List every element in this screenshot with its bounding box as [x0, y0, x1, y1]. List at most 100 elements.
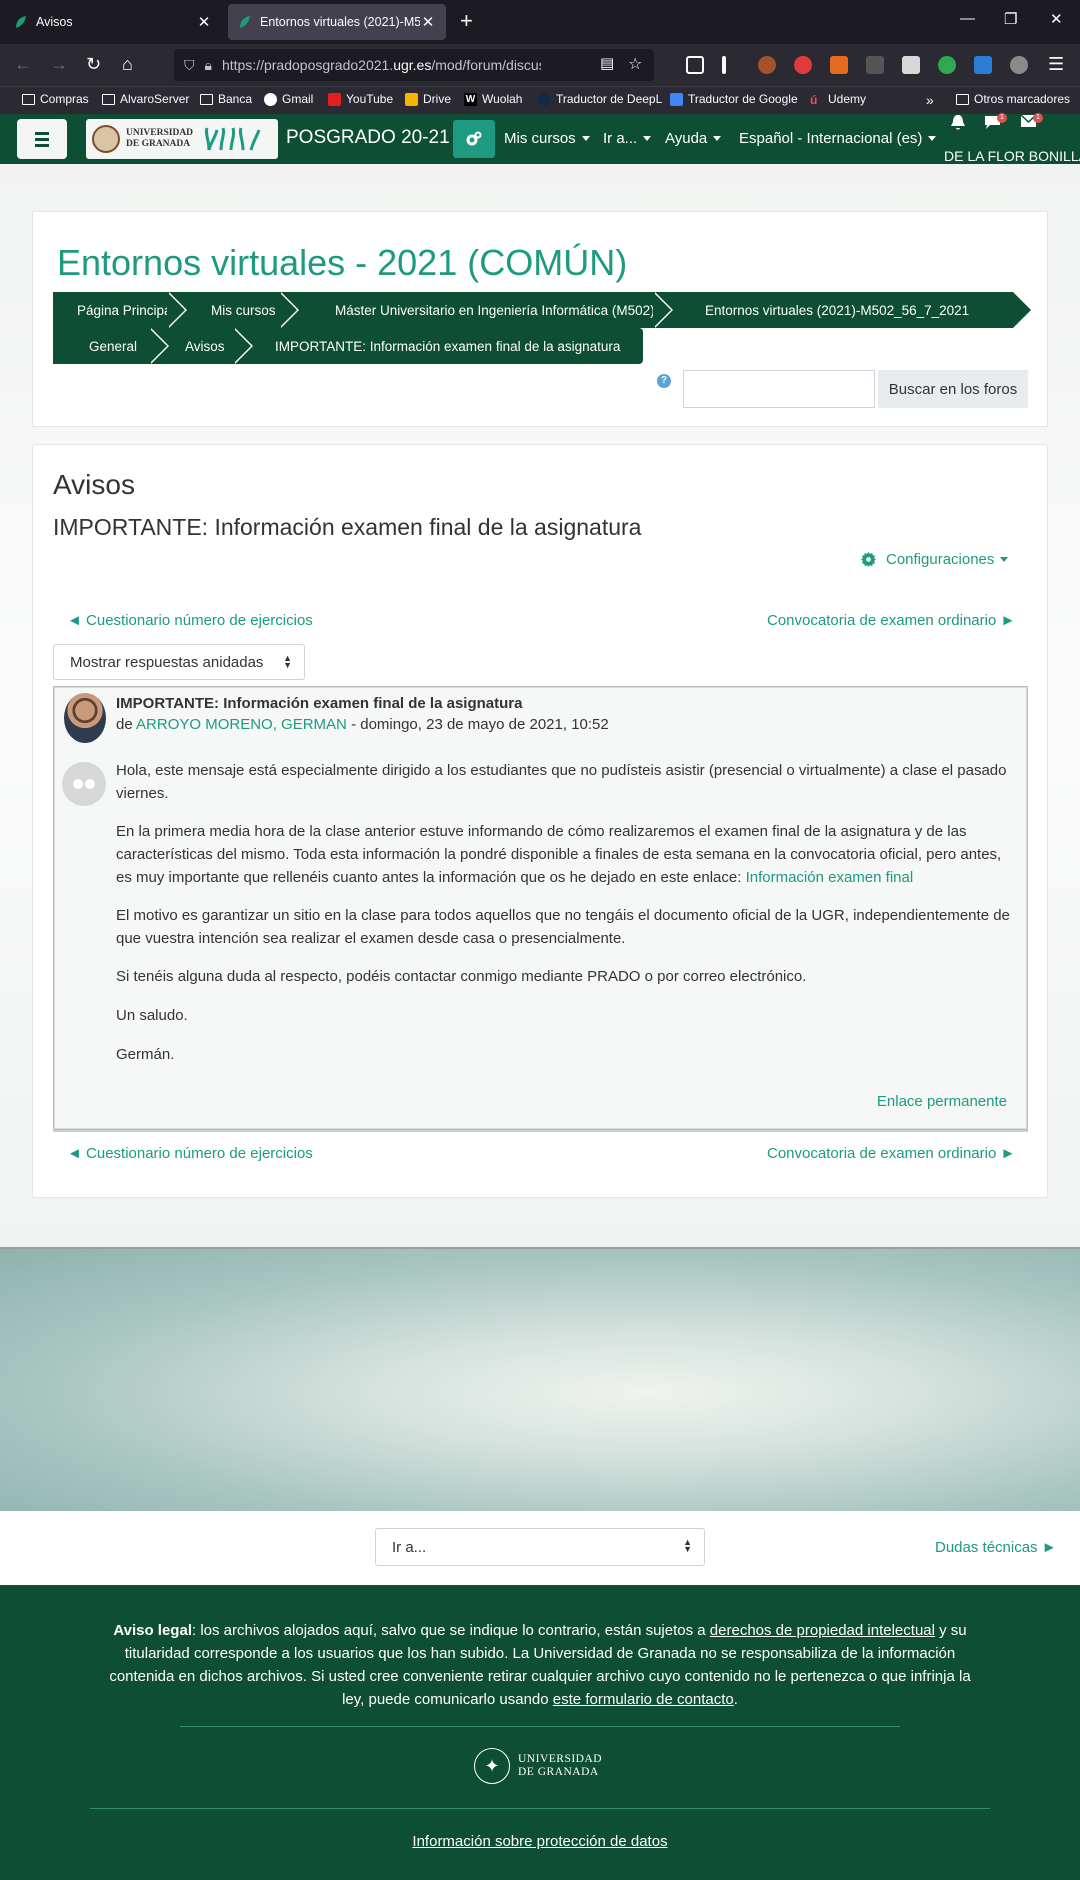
- forward-icon[interactable]: →: [50, 54, 68, 75]
- bookmark-youtube[interactable]: YouTube: [328, 92, 393, 106]
- messages-icon[interactable]: 1: [984, 113, 1007, 134]
- extension-icon[interactable]: [974, 56, 992, 74]
- privacy-link[interactable]: Información sobre protección de datos: [0, 1833, 1080, 1850]
- bookmark-folder[interactable]: Banca: [200, 92, 252, 106]
- breadcrumb-current: IMPORTANTE: Información examen final de …: [233, 328, 643, 364]
- discussion-title: IMPORTANTE: Información examen final de …: [53, 514, 642, 540]
- menu-language[interactable]: Español - Internacional (es): [739, 130, 937, 147]
- bookmark-folder[interactable]: Compras: [22, 92, 89, 106]
- close-window-icon[interactable]: ✕: [1050, 10, 1063, 28]
- restore-icon[interactable]: ❐: [1004, 10, 1017, 28]
- footer-logo[interactable]: ✦ UNIVERSIDAD DE GRANADA: [474, 1748, 602, 1784]
- browser-nav-bar: ← → ↻ ⌂ ⛉ 🔒︎ https://pradoposgrado2021. u…: [0, 44, 1080, 86]
- settings-menu[interactable]: Configuraciones: [861, 551, 1009, 568]
- lock-icon[interactable]: 🔒︎: [205, 57, 212, 74]
- pocket-icon[interactable]: [686, 56, 704, 74]
- bookmark-folder[interactable]: AlvaroServer: [102, 92, 189, 106]
- home-icon[interactable]: ⌂: [122, 54, 133, 75]
- forum-search-button[interactable]: Buscar en los foros: [878, 370, 1028, 408]
- bookmark-other[interactable]: Otros marcadores: [956, 92, 1070, 106]
- extension-icon[interactable]: [758, 56, 776, 74]
- post-content: Hola, este mensaje está especialmente di…: [116, 759, 1018, 1081]
- bookmark-wuolah[interactable]: W Wuolah: [464, 92, 522, 106]
- minimize-icon[interactable]: —: [960, 10, 975, 27]
- contact-form-link[interactable]: este formulario de contacto: [553, 1691, 734, 1708]
- help-icon[interactable]: ?: [657, 374, 671, 388]
- new-tab-icon[interactable]: +: [460, 8, 473, 34]
- display-mode-select[interactable]: Mostrar respuestas anidadas ▲ ▼: [53, 644, 305, 680]
- technical-help-link[interactable]: Dudas técnicas ►: [935, 1539, 1057, 1556]
- breadcrumb-item[interactable]: General: [53, 328, 169, 364]
- post-paragraph: Si tenéis alguna duda al respecto, podéi…: [116, 968, 807, 985]
- breadcrumb-item[interactable]: Página Principal: [53, 292, 187, 328]
- author-link[interactable]: ARROYO MORENO, GERMAN: [136, 716, 347, 733]
- bookmark-star-icon[interactable]: ☆: [628, 54, 642, 74]
- mail-badge: 1: [1033, 113, 1043, 123]
- browser-tab[interactable]: Avisos ✕: [4, 4, 222, 40]
- bookmark-udemy[interactable]: ú Udemy: [810, 92, 866, 107]
- logo-text: UNIVERSIDAD DE GRANADA: [126, 128, 194, 149]
- caret-down-icon: [928, 136, 937, 141]
- adblock-icon[interactable]: [794, 56, 812, 74]
- post-subject: IMPORTANTE: Información examen final de …: [116, 695, 523, 712]
- bookmark-google-translate[interactable]: Traductor de Google: [670, 92, 798, 106]
- browser-tab-active[interactable]: Entornos virtuales (2021)-M502 ✕: [228, 4, 446, 40]
- menu-mis-cursos[interactable]: Mis cursos: [504, 130, 590, 147]
- more-bookmarks-icon[interactable]: »: [926, 92, 934, 108]
- mail-icon[interactable]: 1: [1020, 113, 1043, 134]
- back-icon[interactable]: ←: [14, 54, 32, 75]
- close-tab-icon[interactable]: ✕: [196, 13, 212, 31]
- moodle-leaf-icon: [240, 16, 250, 28]
- drawer-toggle-button[interactable]: [17, 119, 67, 159]
- breadcrumb-item[interactable]: Entornos virtuales (2021)-M502_56_7_2021: [653, 292, 1031, 328]
- next-discussion-link[interactable]: Convocatoria de examen ordinario ►: [767, 1145, 1015, 1162]
- site-logo[interactable]: UNIVERSIDAD DE GRANADA: [86, 119, 278, 159]
- course-admin-button[interactable]: [453, 120, 495, 158]
- site-navbar: UNIVERSIDAD DE GRANADA POSGRADO 20-21 Mi…: [0, 113, 1080, 164]
- extension-icon[interactable]: [902, 56, 920, 74]
- wuolah-icon: W: [464, 92, 477, 106]
- bookmark-deepl[interactable]: Traductor de DeepL: [538, 92, 662, 106]
- activity-navigation: Ir a... ▲ ▼ Dudas técnicas ►: [0, 1511, 1080, 1585]
- google-translate-icon: [670, 92, 683, 106]
- reload-icon[interactable]: ↻: [86, 54, 101, 75]
- app-menu-icon[interactable]: ☰: [1048, 54, 1064, 75]
- shield-icon[interactable]: ⛉: [184, 57, 195, 74]
- user-menu[interactable]: DE LA FLOR BONILLA: [944, 148, 1080, 164]
- reader-view-icon[interactable]: ▤: [600, 54, 614, 72]
- extension-icon[interactable]: [866, 56, 884, 74]
- bookmark-drive[interactable]: Drive: [405, 92, 451, 106]
- messages-badge: 1: [997, 113, 1007, 123]
- permalink-link[interactable]: Enlace permanente: [877, 1093, 1007, 1110]
- extension-icon[interactable]: [830, 56, 848, 74]
- url-bar[interactable]: ⛉ 🔒︎ https://pradoposgrado2021. ugr.es/mo…: [174, 49, 654, 81]
- intellectual-property-link[interactable]: derechos de propiedad intelectual: [710, 1622, 935, 1639]
- bookmark-gmail[interactable]: Gmail: [264, 92, 313, 106]
- site-title[interactable]: POSGRADO 20-21: [286, 127, 450, 149]
- previous-discussion-link[interactable]: ◄ Cuestionario número de ejercicios: [67, 1145, 313, 1162]
- post-paragraph: En la primera media hora de la clase ant…: [116, 823, 1002, 886]
- extension-icon[interactable]: [938, 56, 956, 74]
- folder-icon: [956, 93, 969, 105]
- select-arrows-icon: ▲ ▼: [283, 653, 292, 670]
- next-discussion-link[interactable]: Convocatoria de examen ordinario ►: [767, 612, 1015, 629]
- previous-discussion-link[interactable]: ◄ Cuestionario número de ejercicios: [67, 612, 313, 629]
- google-icon: [264, 92, 277, 106]
- breadcrumb-item[interactable]: Máster Universitario en Ingeniería Infor…: [279, 292, 673, 328]
- menu-ir-a[interactable]: Ir a...: [603, 130, 652, 147]
- notifications-bell-icon[interactable]: [950, 114, 970, 134]
- forum-search-input[interactable]: [683, 370, 875, 408]
- exam-info-link[interactable]: Información examen final: [746, 869, 914, 886]
- caret-down-icon: [581, 136, 590, 141]
- extension-icon[interactable]: [1010, 56, 1028, 74]
- caret-down-icon: [643, 136, 652, 141]
- deepl-icon: [538, 92, 551, 106]
- university-seal-icon: [92, 125, 120, 153]
- footer-logo-text: UNIVERSIDAD DE GRANADA: [518, 1753, 603, 1778]
- jump-to-select[interactable]: Ir a... ▲ ▼: [375, 1528, 705, 1566]
- library-icon[interactable]: [722, 56, 726, 74]
- menu-ayuda[interactable]: Ayuda: [665, 130, 722, 147]
- legal-notice: Aviso legal: los archivos alojados aquí,…: [109, 1622, 971, 1708]
- close-tab-icon[interactable]: ✕: [420, 13, 436, 31]
- author-avatar[interactable]: [64, 693, 106, 743]
